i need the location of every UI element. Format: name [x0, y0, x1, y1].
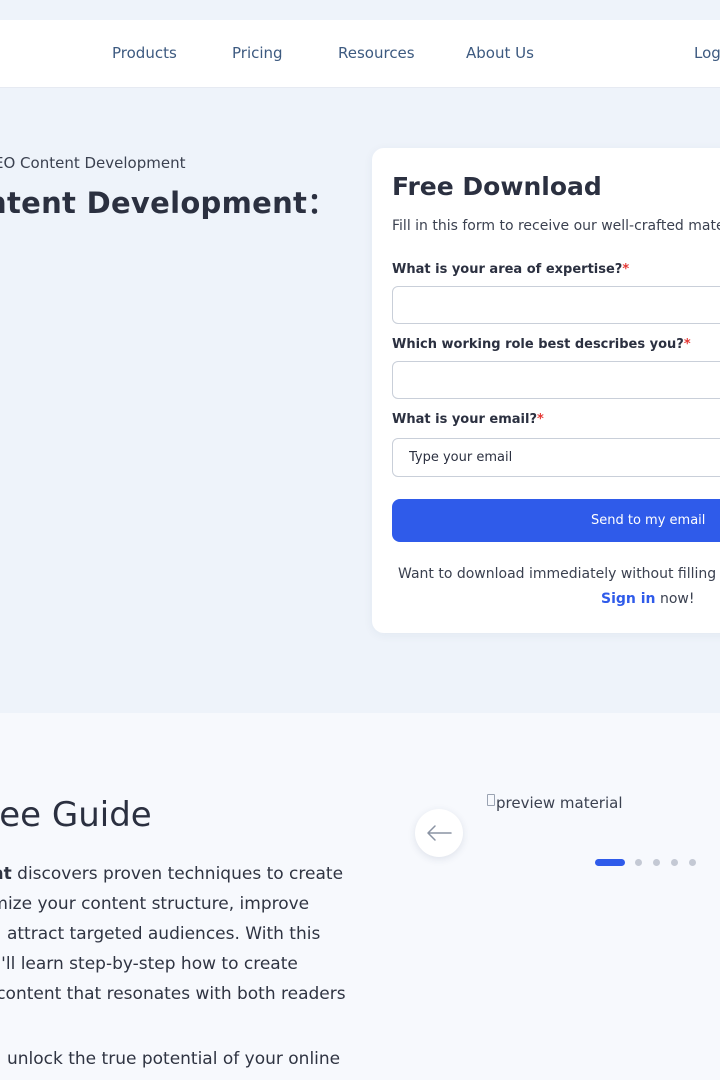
carousel-dot[interactable]	[671, 859, 678, 866]
guide-bold-text: ent	[0, 864, 12, 884]
form-title: Free Download	[392, 172, 602, 201]
breadcrumb[interactable]: EO Content Development	[0, 154, 185, 172]
preview-image: preview material	[487, 794, 623, 812]
download-prompt-text: Want to download immediately without fil…	[398, 566, 717, 582]
email-label-text: What is your email?	[392, 412, 538, 427]
navbar: Products Pricing Resources About Us Log	[0, 20, 720, 88]
guide-title: ree Guide	[0, 795, 152, 835]
top-strip	[0, 0, 720, 20]
carousel-dots	[595, 859, 705, 867]
nav-products[interactable]: Products	[112, 44, 177, 62]
form-subtitle: Fill in this form to receive our well-cr…	[392, 218, 720, 234]
nav-pricing[interactable]: Pricing	[232, 44, 283, 62]
preview-image-alt: preview material	[496, 794, 623, 812]
guide-paragraph-line: timize your content structure, improve	[0, 893, 352, 915]
send-to-email-button[interactable]: Send to my email	[392, 499, 720, 542]
required-mark: *	[683, 337, 691, 352]
carousel-dot[interactable]	[595, 859, 625, 866]
broken-image-icon	[487, 794, 495, 806]
guide-paragraph-line: ent discovers proven techniques to creat…	[0, 863, 352, 885]
guide-paragraph-line: d content that resonates with both reade…	[0, 983, 352, 1005]
guide-line-text: ou'll learn step-by-step how to create	[0, 954, 298, 974]
guide-paragraph-line: nd attract targeted audiences. With this	[0, 923, 352, 945]
expertise-label-text: What is your area of expertise?	[392, 262, 623, 277]
carousel-dot[interactable]	[653, 859, 660, 866]
role-label: Which working role best describes you?*	[392, 337, 691, 352]
signin-suffix: now!	[655, 591, 695, 607]
download-form-card: Free Download Fill in this form to recei…	[372, 148, 720, 633]
nav-login[interactable]: Log	[694, 44, 720, 62]
email-label: What is your email?*	[392, 412, 544, 427]
role-select[interactable]	[392, 361, 720, 399]
required-mark: *	[622, 262, 630, 277]
carousel-dot[interactable]	[635, 859, 642, 866]
role-label-text: Which working role best describes you?	[392, 337, 684, 352]
required-mark: *	[537, 412, 544, 427]
carousel-prev-button[interactable]	[415, 809, 463, 857]
nav-about-us[interactable]: About Us	[466, 44, 534, 62]
signin-line: Sign in now!	[601, 591, 694, 607]
guide-paragraph-line: nd unlock the true potential of your onl…	[0, 1048, 352, 1070]
guide-line-text: nd unlock the true potential of your onl…	[0, 1049, 341, 1069]
expertise-label: What is your area of expertise?*	[392, 262, 629, 277]
guide-line-text: d content that resonates with both reade…	[0, 984, 346, 1004]
guide-paragraph-line: ou'll learn step-by-step how to create	[0, 953, 352, 975]
nav-resources[interactable]: Resources	[338, 44, 415, 62]
guide-line-text: nd attract targeted audiences. With this	[0, 924, 321, 944]
guide-line-text: timize your content structure, improve	[0, 894, 310, 914]
email-input[interactable]	[392, 438, 720, 477]
page-title: ntent Development：	[0, 186, 337, 220]
arrow-left-icon	[427, 825, 452, 841]
guide-line-text: discovers proven techniques to create	[11, 864, 344, 884]
signin-link[interactable]: Sign in	[601, 591, 656, 607]
carousel-dot[interactable]	[689, 859, 696, 866]
expertise-select[interactable]	[392, 286, 720, 324]
